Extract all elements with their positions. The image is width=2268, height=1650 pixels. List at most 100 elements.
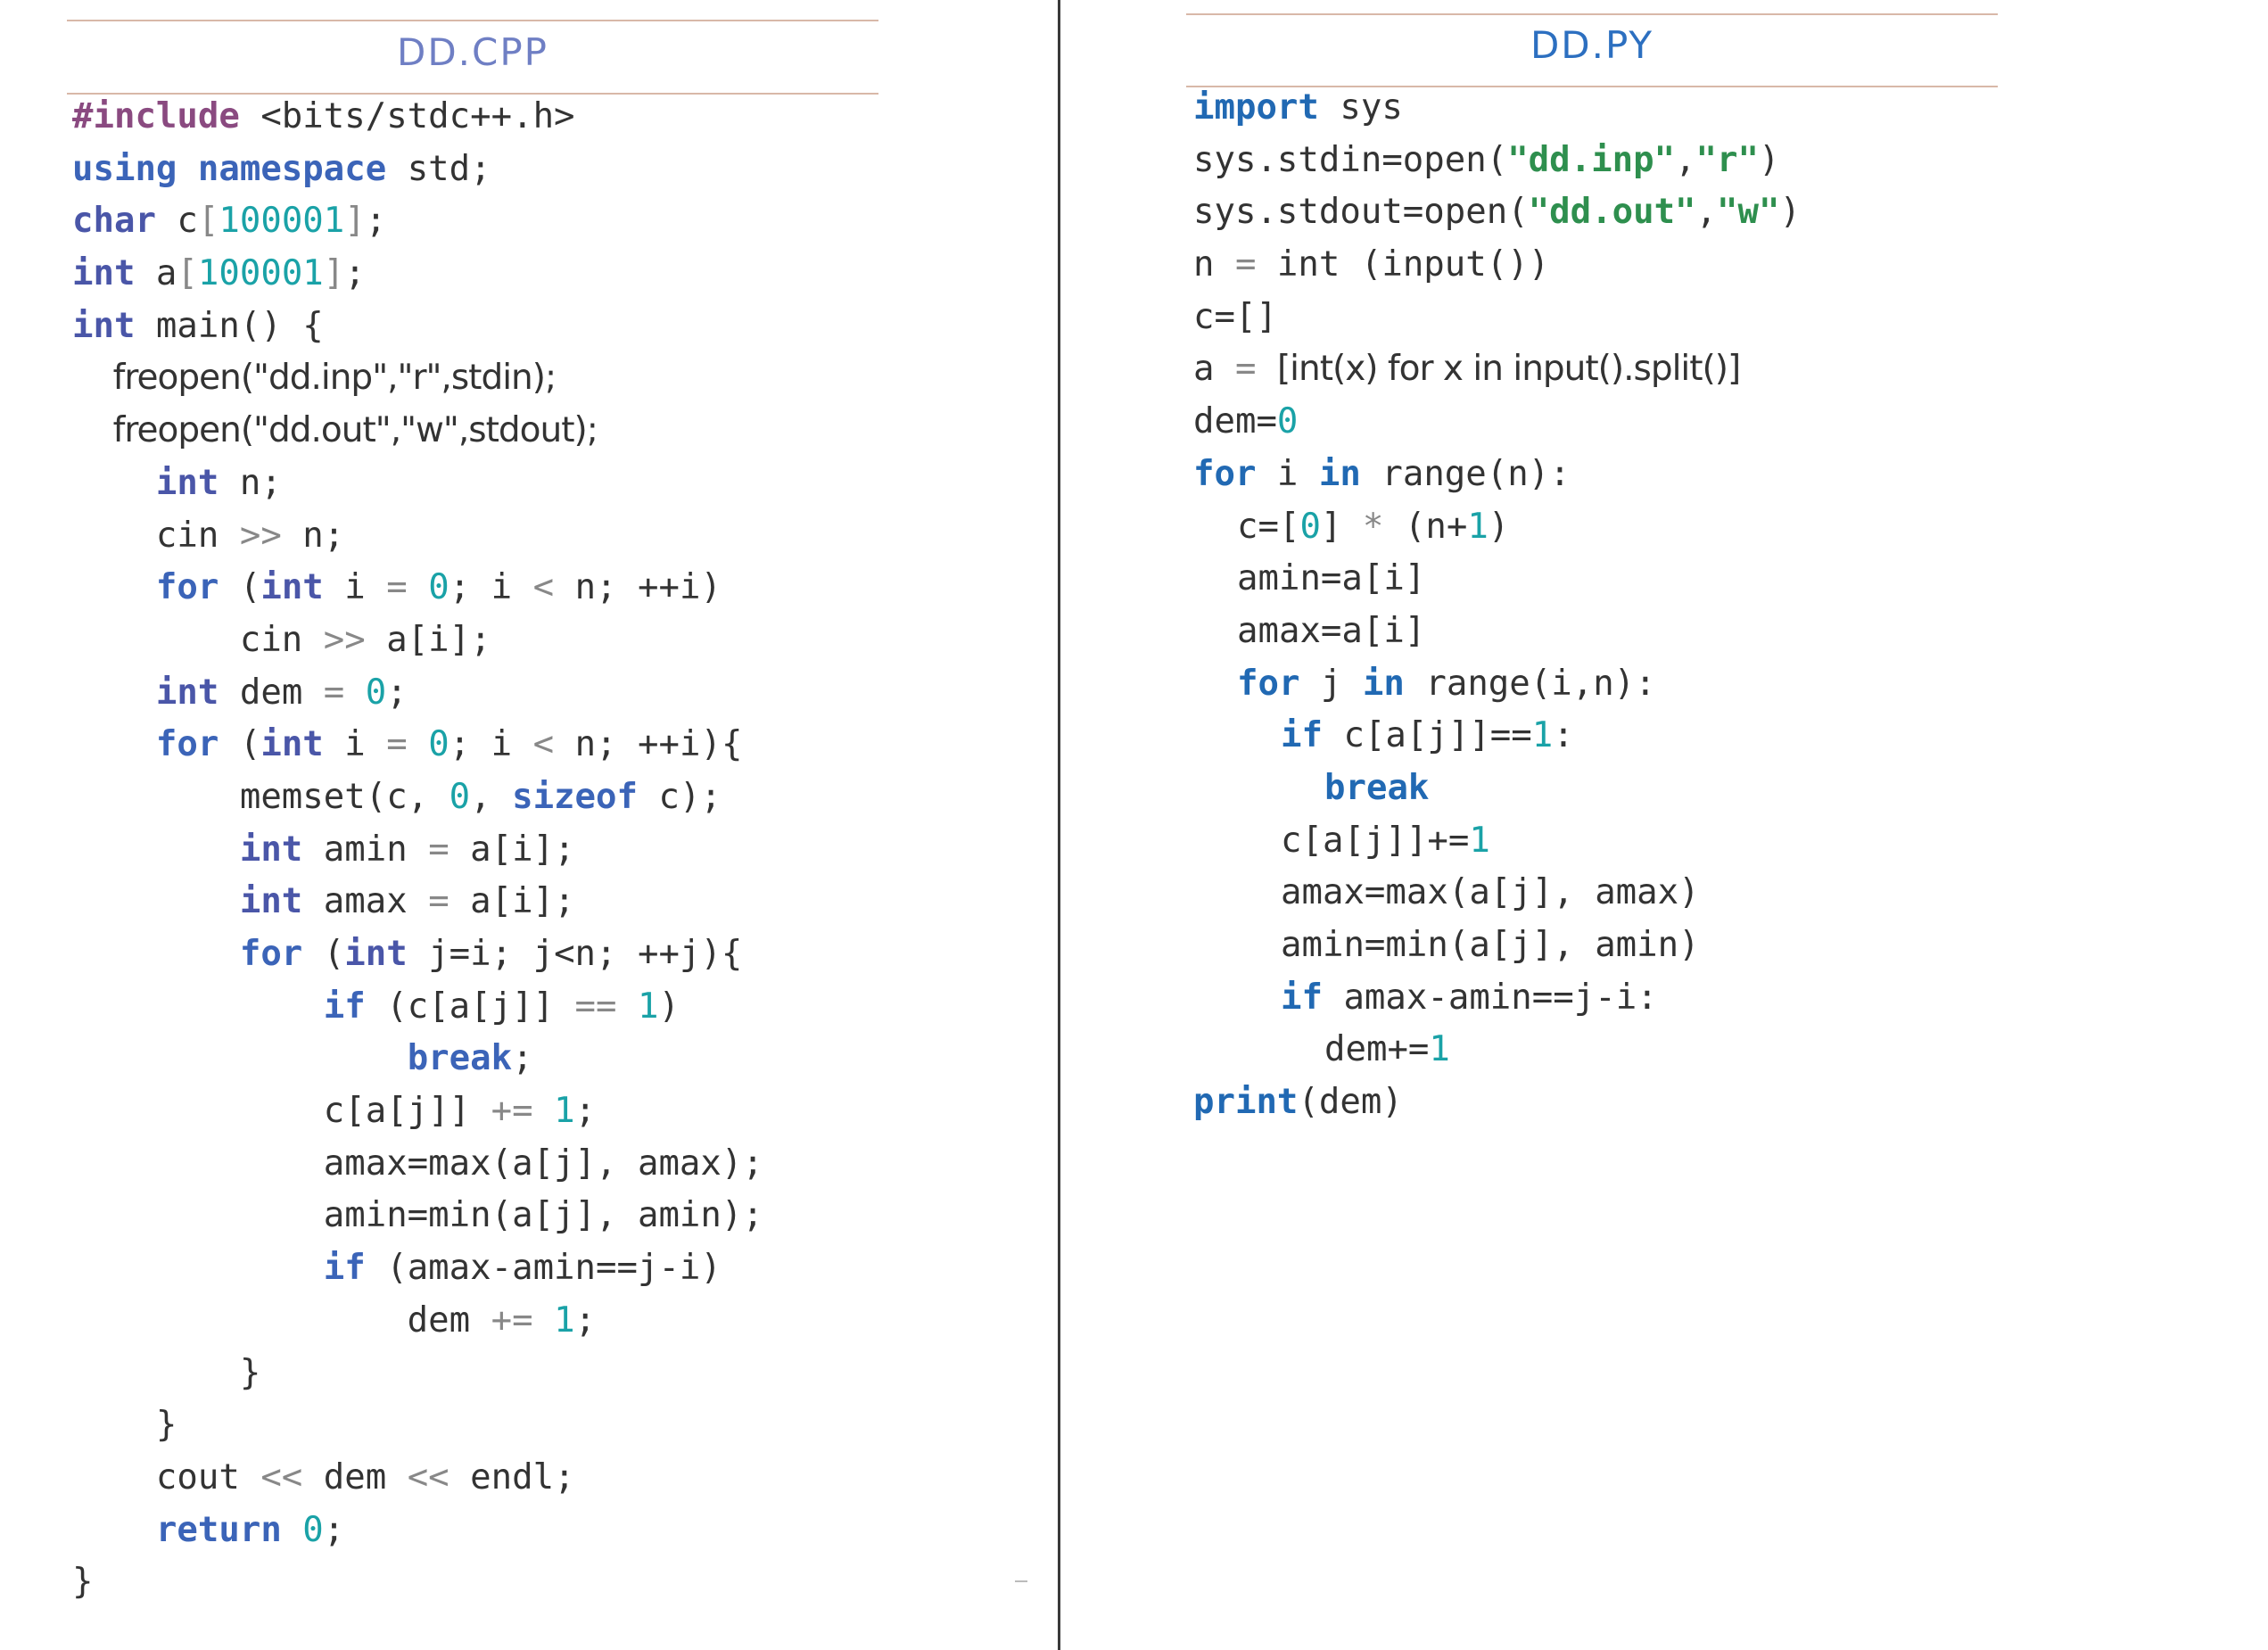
cpp-code-token: c xyxy=(155,201,198,242)
cpp-code-token xyxy=(282,1510,302,1550)
cpp-code-line: for (int i = 0; i < n; ++i) xyxy=(72,562,763,615)
py-code-token: , xyxy=(1675,139,1696,180)
py-code-token: range(n): xyxy=(1360,453,1571,494)
cpp-code-token: n; ++i) xyxy=(554,567,722,608)
cpp-code-token xyxy=(344,672,365,713)
py-code-token: , xyxy=(1695,192,1718,233)
py-code-line: amax=a[i] xyxy=(1193,606,1801,658)
py-code-token: for xyxy=(1237,663,1300,704)
cpp-code-line: } xyxy=(72,1399,763,1452)
cpp-code-token: ) xyxy=(658,986,680,1027)
py-code-token: c[a[j]]+= xyxy=(1281,820,1470,861)
cpp-code-token: sizeof xyxy=(512,776,638,817)
cpp-code-token: cin xyxy=(72,515,240,556)
cpp-code-line: int amax = a[i]; xyxy=(72,876,763,928)
py-code-line: amax=max(a[j], amax) xyxy=(1193,867,1801,920)
py-code-token: amin=a[i] xyxy=(1237,558,1426,599)
py-code-token: amax=a[i] xyxy=(1237,610,1426,651)
py-code-block: import sys sys.stdin=open("dd.inp","r") sy… xyxy=(1193,82,1801,1129)
cpp-code-token: a xyxy=(135,253,177,294)
py-code-token: (n+ xyxy=(1383,506,1468,547)
cpp-code-token: n; ++i){ xyxy=(554,724,743,765)
py-code-line: print(dem) xyxy=(1193,1077,1801,1129)
cpp-code-token xyxy=(72,829,240,870)
cpp-code-token xyxy=(72,567,156,607)
cpp-code-line: if (c[a[j]] == 1) xyxy=(72,981,763,1034)
cpp-code-line: cout << dem << endl; xyxy=(72,1452,763,1505)
py-code-line: amin=a[i] xyxy=(1193,553,1801,606)
cpp-file-title: DD.CPP xyxy=(396,30,548,74)
cpp-code-line: cin >> n; xyxy=(72,510,763,563)
py-code-token: i xyxy=(1256,453,1319,494)
cpp-code-token: if xyxy=(323,986,366,1027)
cpp-code-token: cin xyxy=(72,619,324,660)
cpp-code-token: amin xyxy=(302,829,429,870)
cpp-code-token: ; xyxy=(386,672,408,713)
cpp-code-token: c[a[j]] xyxy=(72,1091,491,1132)
py-code-token: 1 xyxy=(1429,1029,1450,1070)
cpp-code-token: memset(c, xyxy=(72,776,449,817)
cpp-code-token: endl; xyxy=(449,1456,575,1497)
py-code-line: dem+=1 xyxy=(1193,1024,1801,1077)
py-code-token: in xyxy=(1362,663,1405,704)
py-code-token: c=[ xyxy=(1237,506,1300,547)
cpp-code-token: std; xyxy=(386,148,491,189)
cpp-code-token: >> xyxy=(323,619,366,660)
cpp-code-token: using xyxy=(72,148,177,189)
cpp-code-token: ; xyxy=(574,1299,597,1341)
cpp-code-token: = xyxy=(428,829,449,870)
cpp-code-token: < xyxy=(532,724,555,765)
cpp-code-token: freopen("dd.out","w",stdout); xyxy=(72,410,598,451)
py-code-token: c=[] xyxy=(1193,296,1277,337)
py-code-token: "dd.out" xyxy=(1528,192,1696,233)
cpp-code-token xyxy=(72,724,156,764)
py-code-line: n = int (input()) xyxy=(1193,239,1801,292)
py-code-token: for xyxy=(1193,453,1257,494)
cpp-code-line: dem += 1; xyxy=(72,1295,763,1348)
cpp-code-token: 100001 xyxy=(219,201,345,242)
cpp-code-token: int xyxy=(155,462,219,503)
py-code-token: amax=max(a[j], amax) xyxy=(1281,872,1700,913)
cpp-code-line: int a[100001]; xyxy=(72,248,763,301)
cpp-code-line: int n; xyxy=(72,458,763,510)
py-code-token: range(i,n): xyxy=(1404,663,1656,704)
cpp-code-token: <bits/stdc++.h> xyxy=(239,96,575,136)
cpp-code-token xyxy=(72,672,156,713)
py-code-token: if xyxy=(1281,977,1323,1018)
cpp-code-token xyxy=(533,1300,554,1341)
py-code-token: amax-amin==j-i: xyxy=(1322,977,1658,1018)
cpp-code-token: j=i; j<n; ++j){ xyxy=(407,934,743,974)
cpp-code-token xyxy=(408,567,428,607)
py-code-line: amin=min(a[j], amin) xyxy=(1193,920,1801,972)
py-code-line: c=[0] * (n+1) xyxy=(1193,501,1801,554)
cpp-code-line: #include <bits/stdc++.h> xyxy=(72,91,763,144)
py-code-token: import xyxy=(1193,87,1319,128)
cpp-code-token: a[i]; xyxy=(365,619,491,660)
cpp-code-token: 0 xyxy=(428,724,449,765)
py-code-token: sys.stdout=open( xyxy=(1193,192,1529,233)
py-code-token: amin=min(a[j], amin) xyxy=(1281,925,1700,965)
cpp-code-token: [ xyxy=(197,201,219,242)
cpp-code-line: char c[100001]; xyxy=(72,195,763,248)
cpp-code-token xyxy=(72,1038,408,1078)
py-code-token: int (input()) xyxy=(1256,244,1550,285)
cpp-code-token: for xyxy=(155,567,219,608)
cpp-code-line: break; xyxy=(72,1033,763,1085)
cpp-code-token: ; xyxy=(512,1038,533,1079)
cpp-code-token: ; xyxy=(344,253,366,294)
py-code-line: c=[] xyxy=(1193,292,1801,344)
cpp-code-token: 100001 xyxy=(197,253,324,294)
cpp-code-token: i xyxy=(323,567,387,608)
cpp-code-token: int xyxy=(260,724,324,765)
cpp-code-token: ; xyxy=(323,1509,345,1550)
py-code-token: = xyxy=(1234,349,1257,390)
cpp-code-token: for xyxy=(155,724,219,765)
py-code-token: ) xyxy=(1758,139,1780,180)
cpp-code-token: dem xyxy=(302,1456,408,1497)
cpp-code-token: [ xyxy=(177,253,198,294)
py-code-token: a xyxy=(1193,349,1235,390)
py-code-token: 1 xyxy=(1531,715,1554,756)
py-title-top-rule xyxy=(1186,13,1998,15)
cpp-code-token: } xyxy=(72,1352,261,1393)
cpp-code-line: } xyxy=(72,1556,763,1609)
